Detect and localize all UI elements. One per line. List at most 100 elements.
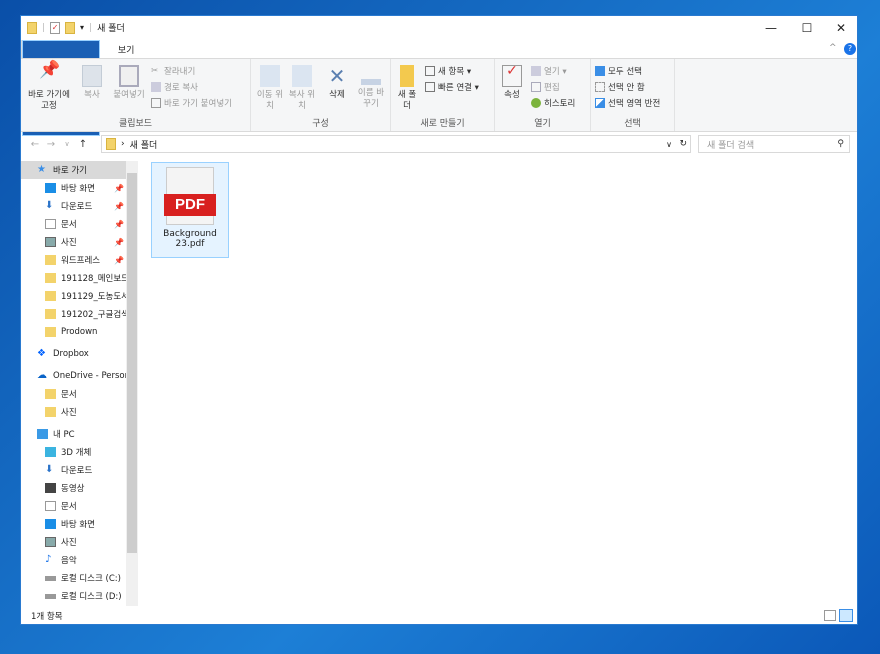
sidebar-item[interactable]: 사진 xyxy=(21,403,126,421)
sidebar-item[interactable]: 사진 xyxy=(21,533,126,551)
large-icons-view-button[interactable] xyxy=(839,609,853,622)
sidebar-item[interactable]: ♪ 음악 xyxy=(21,551,126,569)
history-icon xyxy=(531,98,541,108)
new-folder-button[interactable]: 새 폴더 xyxy=(395,65,419,112)
forward-button[interactable]: → xyxy=(43,139,59,150)
folder-icon xyxy=(45,389,56,399)
group-label: 클립보드 xyxy=(118,119,153,129)
maximize-button[interactable]: ☐ xyxy=(791,16,823,39)
file-item[interactable]: PDF Background 23.pdf xyxy=(151,162,229,258)
cut-button[interactable]: ✂ 잘라내기 xyxy=(151,65,195,77)
sidebar-item[interactable]: 문서 📌 xyxy=(21,215,126,233)
file-name-line2: 23.pdf xyxy=(175,239,205,249)
label: 선택 안 함 xyxy=(608,83,645,93)
select-none-button[interactable]: 선택 안 함 xyxy=(595,81,645,93)
sidebar-item[interactable]: 내 PC xyxy=(21,425,126,443)
back-button[interactable]: ← xyxy=(27,139,43,150)
label: 바로 가기 붙여넣기 xyxy=(164,99,232,109)
music-icon: ♪ xyxy=(45,554,52,565)
breadcrumb-chevron-icon[interactable]: › xyxy=(121,139,125,149)
rename-button[interactable]: 이름 바꾸기 xyxy=(355,65,387,110)
pin-icon: 📌 xyxy=(114,201,124,211)
sidebar-item-label: 로컬 디스크 (D:) xyxy=(61,592,122,602)
sidebar-item[interactable]: 문서 xyxy=(21,385,126,403)
collapse-ribbon-icon[interactable]: ^ xyxy=(829,43,837,53)
sidebar-item[interactable]: 사진 📌 xyxy=(21,233,126,251)
drive-icon xyxy=(45,575,56,581)
select-all-button[interactable]: 모두 선택 xyxy=(595,65,642,77)
refresh-icon[interactable]: ↻ xyxy=(679,139,687,149)
sidebar-item[interactable]: 191128_메인보드 xyxy=(21,269,126,287)
file-name-line1: Background xyxy=(163,229,217,239)
up-button[interactable]: ↑ xyxy=(75,139,91,150)
sidebar-item[interactable]: ★ 바로 가기 xyxy=(21,161,126,179)
open-button[interactable]: 열기 ▾ xyxy=(531,65,567,77)
move-to-icon xyxy=(260,65,280,87)
sidebar-item-label: 워드프레스 xyxy=(61,256,101,266)
sidebar-item[interactable]: 3D 개체 xyxy=(21,443,126,461)
address-dropdown-icon[interactable]: ∨ xyxy=(666,140,672,149)
folder-icon xyxy=(45,291,56,301)
select-group: 모두 선택 선택 안 함 선택 영역 반전 선택 xyxy=(591,59,675,131)
group-label: 새로 만들기 xyxy=(420,119,465,129)
label: 바로 가기에 고정 xyxy=(28,90,70,111)
sidebar-item[interactable]: 191202_구글검색 xyxy=(21,305,126,323)
sidebar-item-label: Dropbox xyxy=(53,349,89,359)
folder-icon xyxy=(45,255,56,265)
sidebar-item[interactable]: 바탕 화면 📌 xyxy=(21,179,126,197)
properties-button[interactable]: ✓ 속성 xyxy=(499,64,525,101)
sidebar-item-label: 문서 xyxy=(61,390,77,400)
sidebar-item[interactable]: ⬇ 다운로드 📌 xyxy=(21,197,126,215)
sidebar-item[interactable]: 바탕 화면 xyxy=(21,515,126,533)
help-icon[interactable]: ? xyxy=(844,43,856,55)
open-icon xyxy=(531,66,541,76)
copy-path-button[interactable]: 경로 복사 xyxy=(151,81,198,93)
sidebar-item[interactable]: 문서 xyxy=(21,497,126,515)
pin-icon: 📌 xyxy=(114,183,124,193)
sidebar-item-label: 문서 xyxy=(61,502,77,512)
paste-button[interactable]: 붙여넣기 xyxy=(109,65,149,101)
new-item-button[interactable]: 새 항목 ▾ xyxy=(425,65,471,77)
address-input[interactable]: › 새 폴더 ∨ ↻ xyxy=(101,135,691,153)
sidebar-item[interactable]: ⬇ 다운로드 xyxy=(21,461,126,479)
sidebar-item[interactable]: 로컬 디스크 (D:) xyxy=(21,587,126,605)
pin-icon: 📌 xyxy=(114,219,124,229)
label: 붙여넣기 xyxy=(113,90,145,100)
sidebar-item[interactable]: 동영상 xyxy=(21,479,126,497)
paste-shortcut-button[interactable]: 바로 가기 붙여넣기 xyxy=(151,97,232,109)
item-count: 1개 항목 xyxy=(31,611,63,622)
sidebar-item[interactable]: Prodown xyxy=(21,323,126,341)
search-input[interactable]: 새 폴더 검색 ⚲ xyxy=(698,135,850,153)
copy-button[interactable]: 복사 xyxy=(79,65,105,101)
properties-quick-icon[interactable]: ✓ xyxy=(50,21,61,34)
quick-access-dropdown-icon[interactable]: ▾ xyxy=(80,23,84,32)
pin-quick-access-button[interactable]: 📌 바로 가기에 고정 xyxy=(25,62,73,112)
pdf-file-icon: PDF xyxy=(164,167,216,225)
close-button[interactable]: ✕ xyxy=(825,16,857,39)
move-to-button[interactable]: 이동 위치 xyxy=(255,65,285,112)
recent-dropdown[interactable]: ∨ xyxy=(59,140,75,148)
minimize-button[interactable]: — xyxy=(755,16,787,39)
copy-to-button[interactable]: 복사 위치 xyxy=(287,65,317,112)
sidebar-item[interactable]: 로컬 디스크 (C:) xyxy=(21,569,126,587)
nav-scrollbar[interactable] xyxy=(126,161,138,606)
tab-view[interactable]: 보기 xyxy=(104,40,149,59)
delete-button[interactable]: ✕ 삭제 xyxy=(323,65,351,101)
edit-button[interactable]: 편집 xyxy=(531,81,560,93)
details-view-button[interactable] xyxy=(824,610,836,621)
breadcrumb-current[interactable]: 새 폴더 xyxy=(130,138,158,151)
sidebar-item-label: 3D 개체 xyxy=(61,448,92,458)
sidebar-item[interactable]: 191129_도농도서 xyxy=(21,287,126,305)
invert-selection-button[interactable]: 선택 영역 반전 xyxy=(595,97,660,109)
sidebar-item[interactable]: 워드프레스 📌 xyxy=(21,251,126,269)
sidebar-item[interactable]: ❖ Dropbox xyxy=(21,345,126,363)
new-folder-quick-icon[interactable] xyxy=(65,21,76,34)
copy-path-icon xyxy=(151,82,161,92)
scrollbar-thumb[interactable] xyxy=(127,173,137,553)
sidebar-item[interactable]: ☁ OneDrive - Personal xyxy=(21,367,126,385)
title-bar: | ✓ ▾ | 새 폴더 — ☐ ✕ xyxy=(21,16,857,39)
easy-access-button[interactable]: 빠른 연결 ▾ xyxy=(425,81,479,93)
group-label: 선택 xyxy=(624,119,641,129)
open-group: ✓ 속성 열기 ▾ 편집 히스토리 열기 xyxy=(495,59,591,131)
history-button[interactable]: 히스토리 xyxy=(531,97,575,109)
